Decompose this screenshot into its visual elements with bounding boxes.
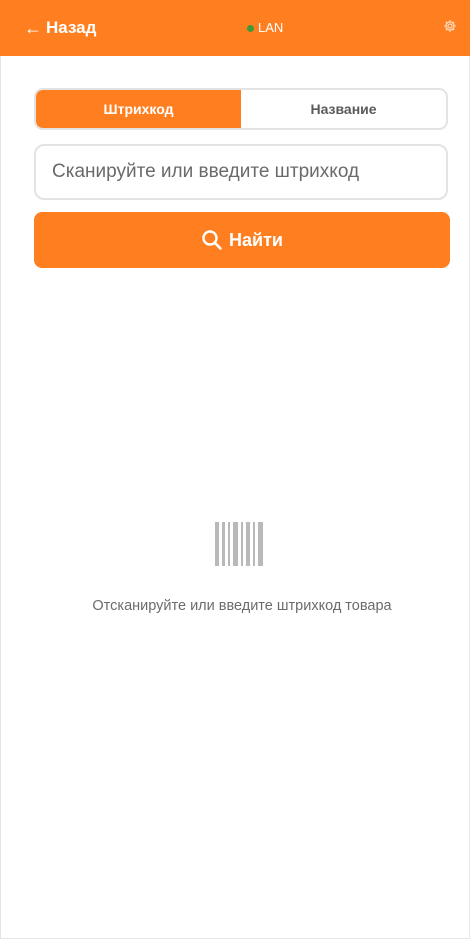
arrow-left-icon: ← xyxy=(24,18,42,38)
gear-icon xyxy=(443,19,457,38)
barcode-input[interactable] xyxy=(34,144,448,200)
status-dot xyxy=(247,24,254,32)
find-button-label: Найти xyxy=(229,229,283,250)
tab-name[interactable]: Название xyxy=(241,90,446,128)
page-frame xyxy=(0,0,470,939)
back-button-label: Назад xyxy=(46,18,97,37)
empty-state-message: Отсканируйте или введите штрихкод товара xyxy=(92,598,392,614)
barcode-icon xyxy=(214,522,268,566)
tab-barcode[interactable]: Штрихкод xyxy=(36,90,241,128)
settings-button[interactable] xyxy=(441,19,459,37)
search-icon xyxy=(201,229,223,251)
connection-label: LAN xyxy=(258,20,284,35)
find-button[interactable]: Найти xyxy=(34,212,450,268)
search-mode-tabs: Штрихкод Название xyxy=(34,88,448,130)
back-button[interactable]: ← Назад xyxy=(24,16,96,40)
top-bar: ← Назад LAN xyxy=(0,0,470,56)
connection-status: LAN xyxy=(247,19,283,37)
